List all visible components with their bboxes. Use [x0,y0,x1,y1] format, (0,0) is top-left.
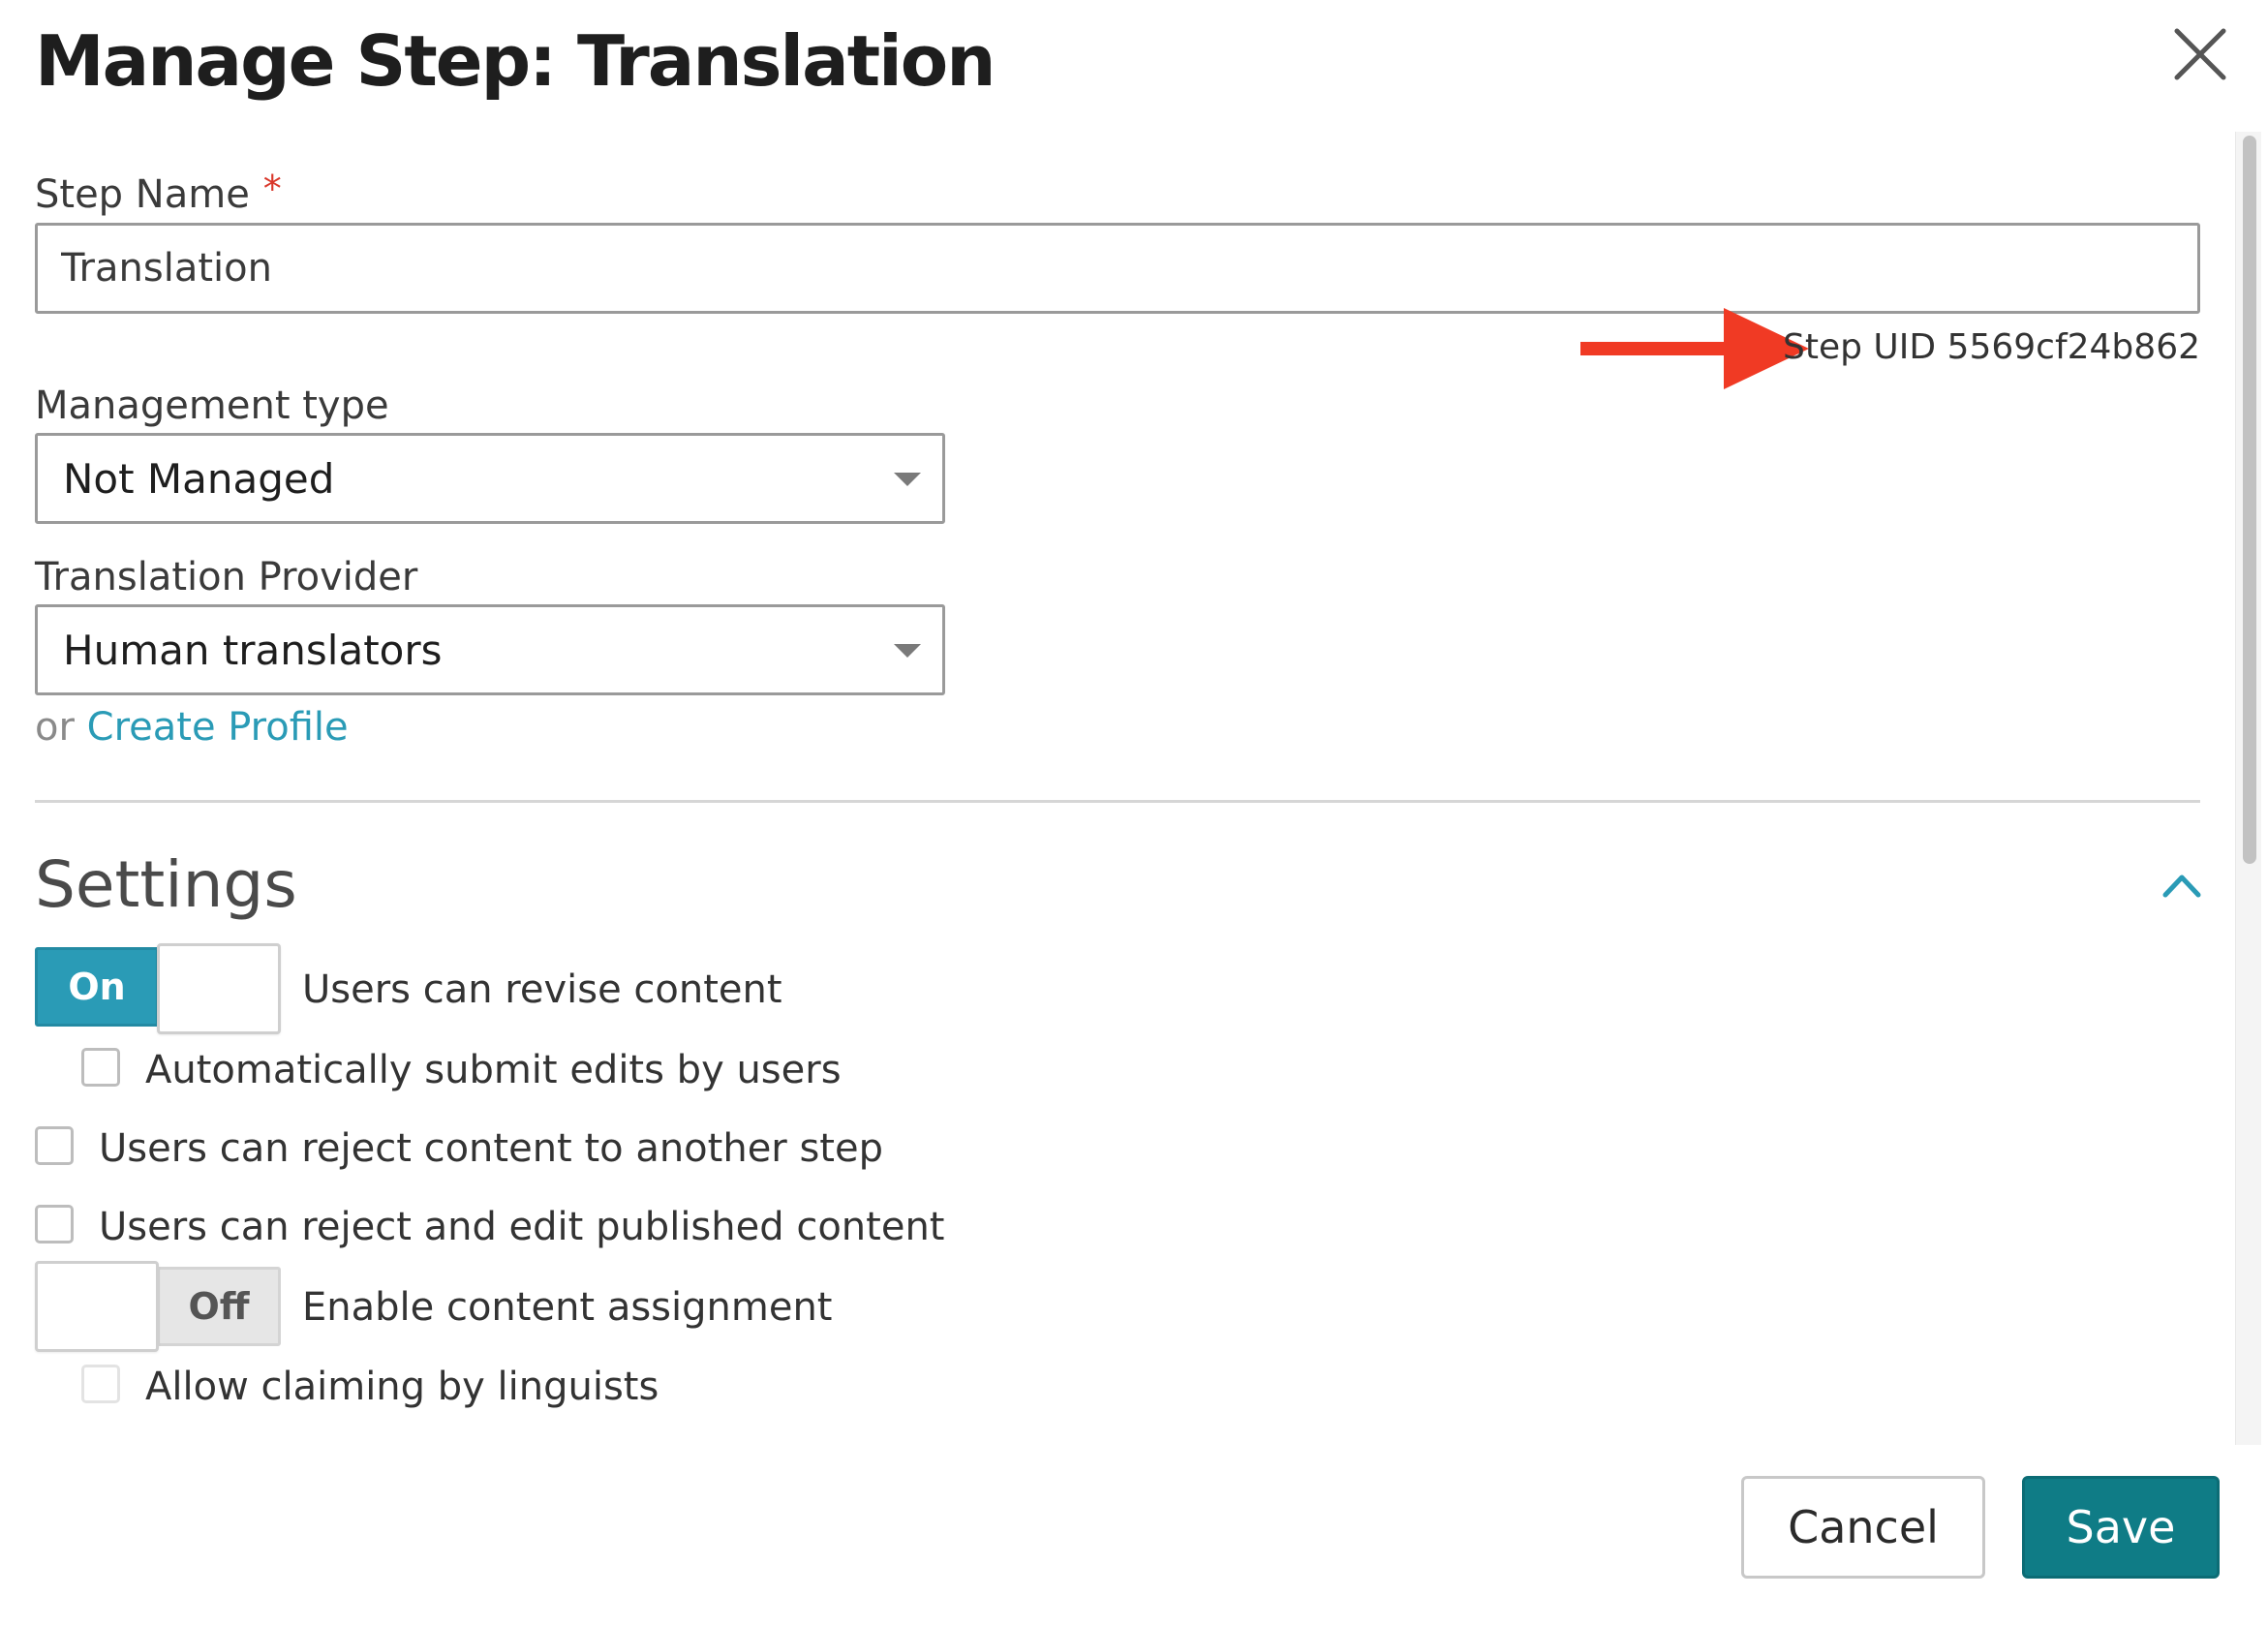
auto-submit-label: Automatically submit edits by users [145,1048,842,1092]
manage-step-dialog: Manage Step: Translation Step Name * Step… [0,0,2268,1627]
required-indicator: * [262,168,282,210]
or-text: or [35,705,75,750]
cancel-button[interactable]: Cancel [1741,1476,1985,1579]
close-icon [2174,28,2226,80]
translation-provider-select[interactable]: Human translators [35,604,945,695]
toggle-on-indicator: On [35,947,159,1027]
create-profile-line: or Create Profile [35,703,349,752]
section-divider [35,800,2200,803]
toggle-off-indicator: Off [157,1267,281,1346]
step-name-label-text: Step Name [35,172,250,217]
revise-content-toggle[interactable]: On [35,943,281,1034]
allow-claiming-label: Allow claiming by linguists [145,1365,659,1409]
dialog-title: Manage Step: Translation [35,20,996,102]
caret-down-icon [894,644,921,658]
reject-to-step-label: Users can reject content to another step [99,1126,883,1171]
translation-provider-label: Translation Provider [35,555,418,599]
management-type-value: Not Managed [63,455,335,503]
caret-down-icon [894,473,921,486]
settings-title: Settings [35,847,297,922]
annotation-arrow-icon [1580,308,1813,389]
auto-submit-checkbox[interactable] [81,1048,120,1087]
scrollbar-thumb[interactable] [2243,136,2256,864]
toggle-knob [157,943,281,1034]
settings-collapse-button[interactable] [2160,866,2204,905]
save-button[interactable]: Save [2022,1476,2220,1579]
create-profile-link[interactable]: Create Profile [87,705,349,750]
close-button[interactable] [2167,21,2233,87]
reject-edit-published-label: Users can reject and edit published cont… [99,1205,945,1249]
content-assignment-label: Enable content assignment [302,1285,833,1330]
management-type-label: Management type [35,384,389,428]
step-name-input[interactable] [35,223,2200,314]
reject-to-step-checkbox[interactable] [35,1126,74,1165]
content-assignment-toggle[interactable]: Off [35,1261,281,1352]
revise-content-label: Users can revise content [302,967,782,1012]
reject-edit-published-checkbox[interactable] [35,1205,74,1243]
step-name-label: Step Name * [35,168,282,219]
translation-provider-value: Human translators [63,627,443,674]
allow-claiming-checkbox[interactable] [81,1365,120,1403]
management-type-select[interactable]: Not Managed [35,433,945,524]
toggle-knob [35,1261,159,1352]
step-uid: Step UID 5569cf24b862 [1783,327,2200,367]
chevron-up-icon [2162,875,2201,898]
